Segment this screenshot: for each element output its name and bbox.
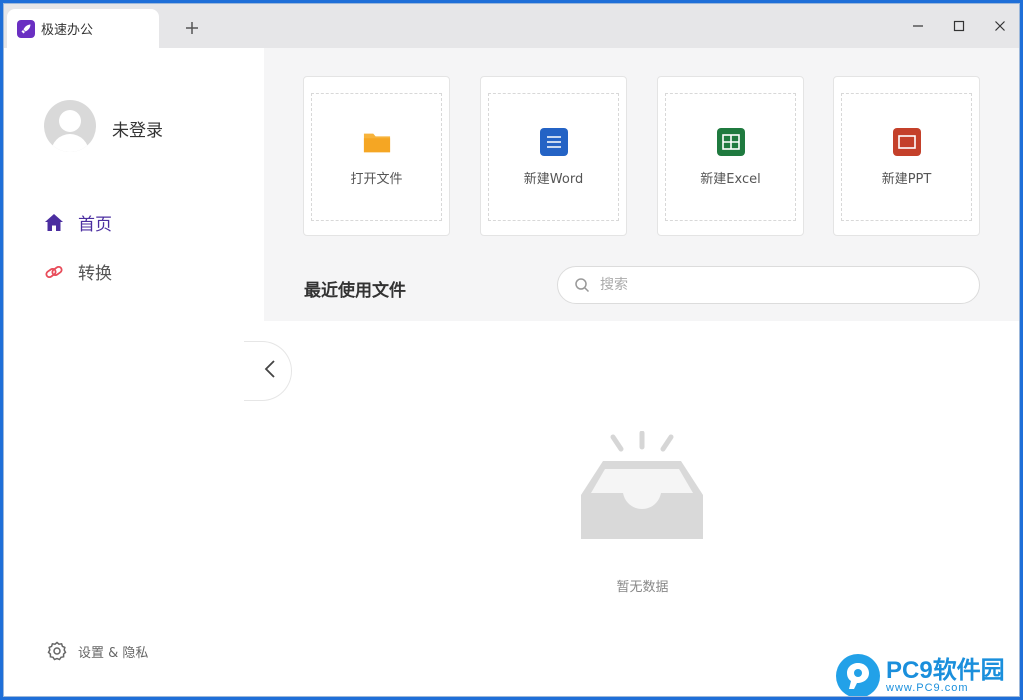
home-icon (42, 211, 66, 235)
card-content: 新建Word (488, 93, 619, 221)
chevron-left-icon (264, 359, 276, 383)
sidebar-item-label: 首页 (78, 215, 112, 235)
card-content: 打开文件 (311, 93, 442, 221)
new-word-card[interactable]: 新建Word (480, 76, 627, 236)
search-input[interactable] (598, 276, 962, 294)
open-file-card[interactable]: 打开文件 (303, 76, 450, 236)
empty-inbox-icon (581, 431, 703, 539)
app-window: 极速办公 未登录 首页 转换 设置 & 隐私 打开文件 新建Word 新建Exc… (3, 3, 1020, 697)
sidebar-item-label: 转换 (78, 264, 112, 284)
watermark: PC9软件园 www.PC9.com (836, 654, 1005, 696)
excel-icon (716, 127, 745, 156)
card-content: 新建PPT (841, 93, 972, 221)
app-tab[interactable]: 极速办公 (7, 9, 159, 48)
tab-title: 极速办公 (41, 23, 94, 38)
rocket-icon (17, 19, 35, 38)
avatar-head (59, 110, 81, 132)
title-bar: 极速办公 (4, 4, 1019, 48)
maximize-icon[interactable] (945, 14, 973, 38)
sidebar-item-convert[interactable]: 转换 (42, 259, 112, 284)
card-label: 打开文件 (350, 171, 403, 187)
card-content: 新建Excel (665, 93, 796, 221)
ppt-icon (892, 127, 921, 156)
watermark-logo-icon (836, 654, 880, 696)
watermark-url: www.PC9.com (886, 681, 969, 694)
gear-icon (46, 640, 68, 662)
watermark-title: PC9软件园 (886, 656, 1005, 684)
settings-privacy-button[interactable]: 设置 & 隐私 (46, 640, 148, 662)
card-label: 新建PPT (881, 171, 932, 187)
recent-files-title: 最近使用文件 (304, 281, 406, 301)
sidebar-item-home[interactable]: 首页 (42, 210, 112, 235)
close-icon[interactable] (986, 14, 1014, 38)
settings-label: 设置 & 隐私 (78, 645, 149, 661)
search-icon (574, 277, 590, 293)
login-status[interactable]: 未登录 (112, 116, 163, 141)
empty-state-text: 暂无数据 (616, 580, 669, 595)
card-label: 新建Word (523, 171, 584, 187)
plus-icon[interactable] (180, 16, 204, 40)
avatar[interactable] (44, 100, 96, 152)
folder-icon (363, 128, 391, 156)
avatar-body (51, 134, 89, 152)
minimize-icon[interactable] (904, 14, 932, 38)
sidebar: 未登录 首页 转换 设置 & 隐私 (4, 48, 264, 696)
recent-files-area: 暂无数据 (264, 321, 1019, 696)
watermark-text: PC9软件园 www.PC9.com (886, 656, 1005, 694)
word-icon (539, 127, 568, 156)
new-ppt-card[interactable]: 新建PPT (833, 76, 980, 236)
search-box[interactable] (557, 266, 980, 304)
new-excel-card[interactable]: 新建Excel (657, 76, 804, 236)
convert-icon (42, 260, 66, 284)
card-label: 新建Excel (700, 171, 761, 187)
